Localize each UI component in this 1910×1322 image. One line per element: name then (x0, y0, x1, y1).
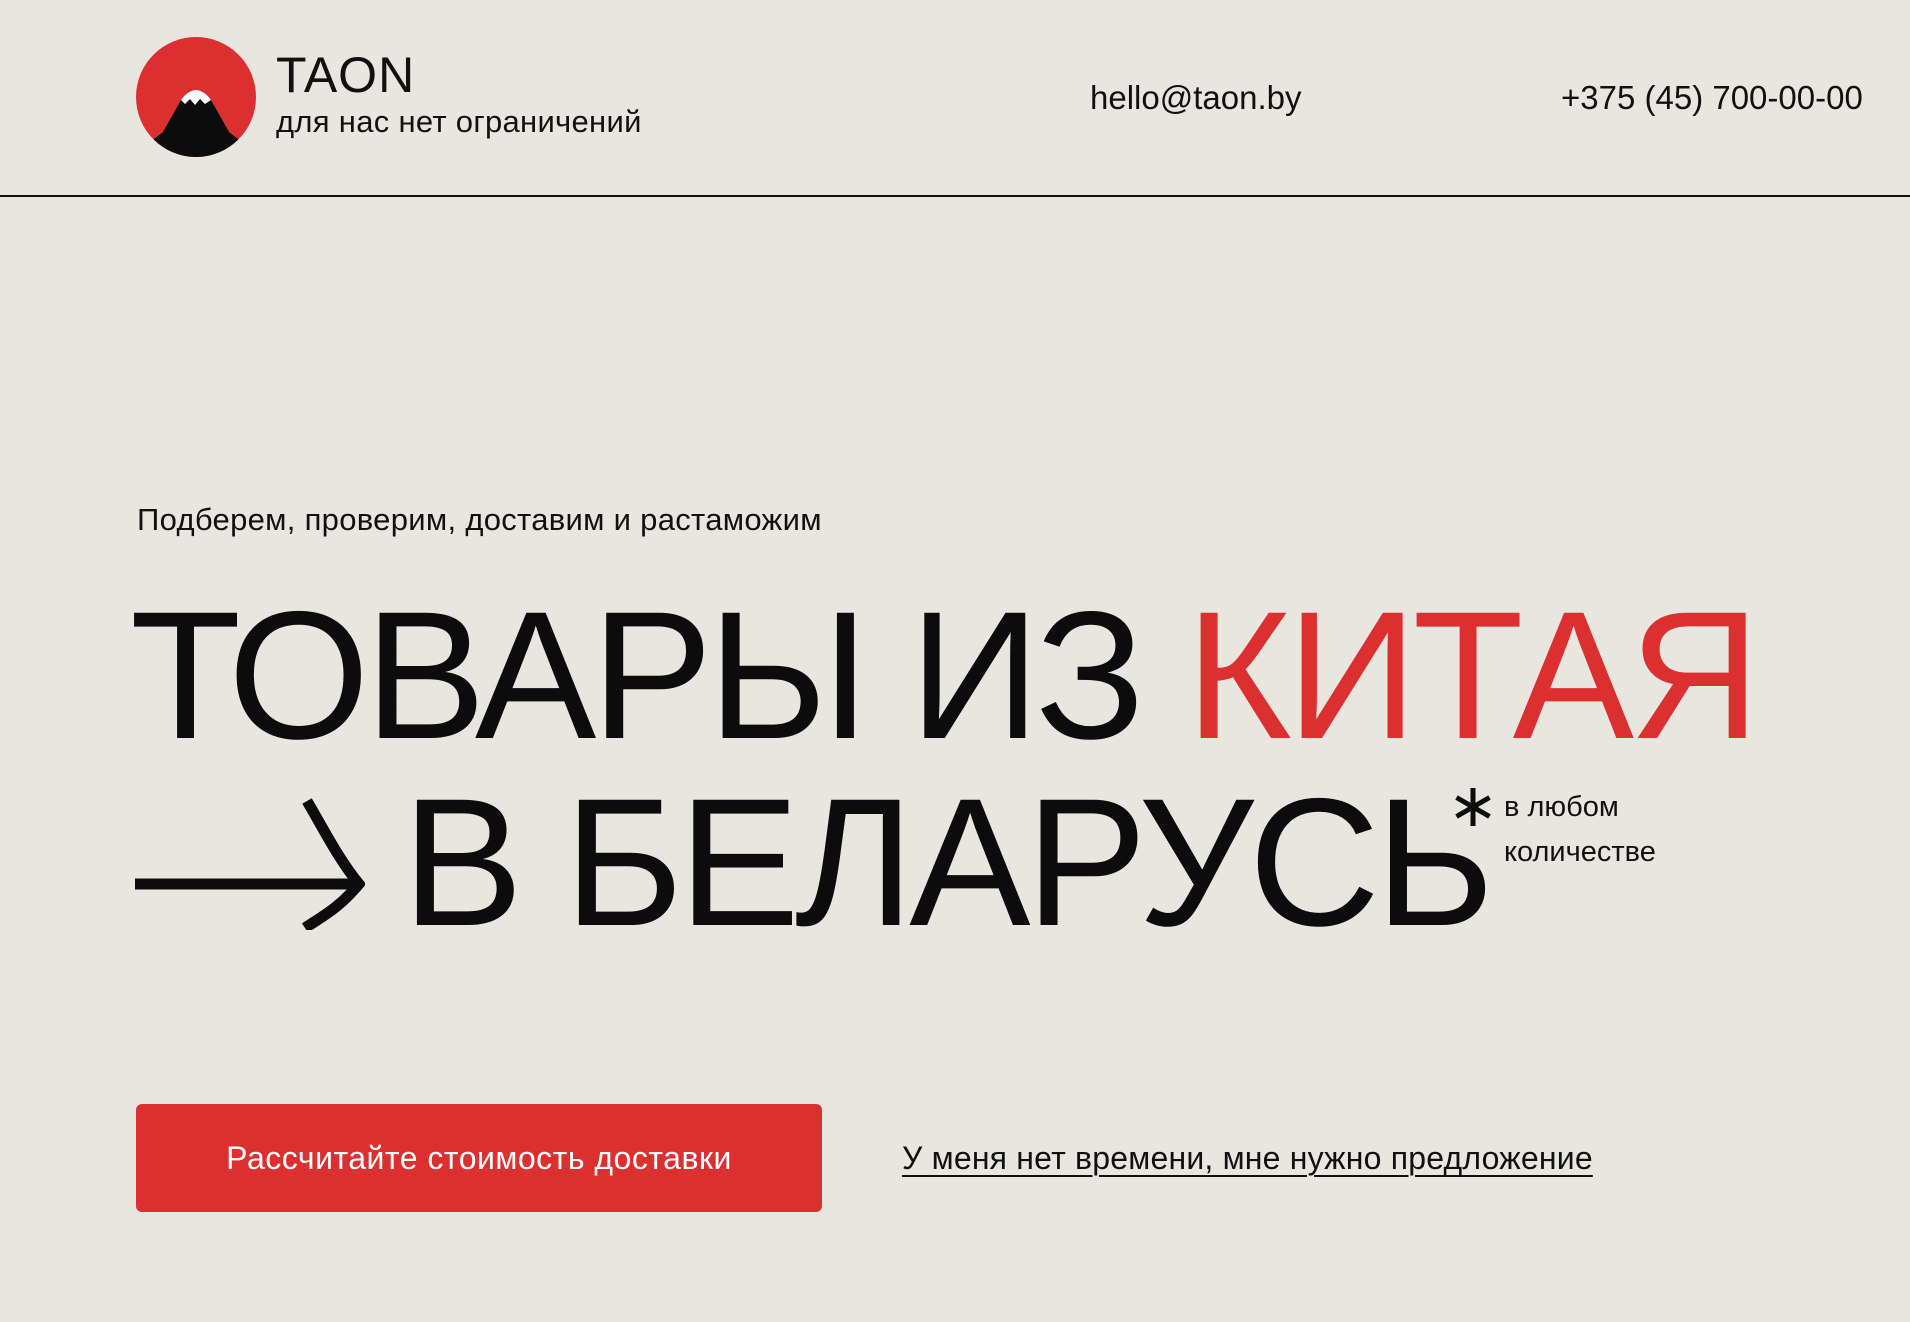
hero-title-accent: КИТАЯ (1185, 573, 1761, 777)
hero-title-line1: ТОВАРЫ ИЗ КИТАЯ (130, 584, 1760, 766)
quantity-note-line2: количестве (1504, 836, 1656, 868)
mountain-logo-icon[interactable] (135, 36, 257, 158)
quantity-note: в любом количестве (1504, 785, 1724, 875)
asterisk-icon (1455, 788, 1491, 826)
brand-name[interactable]: TAON (276, 50, 415, 100)
hero-title-line2-text: В БЕЛАРУСЬ (402, 760, 1494, 964)
calculate-delivery-button[interactable]: Рассчитайте стоимость доставки (136, 1104, 822, 1212)
hero-title-part1: ТОВАРЫ ИЗ (130, 573, 1186, 777)
site-header: TAON для нас нет ограничений hello@taon.… (0, 0, 1910, 197)
contact-phone-link[interactable]: +375 (45) 700-00-00 (1561, 78, 1863, 118)
contact-email-link[interactable]: hello@taon.by (1090, 78, 1301, 118)
request-offer-link[interactable]: У меня нет времени, мне нужно предложени… (902, 1136, 1593, 1180)
brand-tagline: для нас нет ограничений (276, 104, 642, 139)
arrow-right-icon (135, 798, 365, 930)
hero-subtitle: Подберем, проверим, доставим и растаможи… (137, 502, 822, 537)
quantity-note-line1: в любом (1504, 791, 1619, 823)
